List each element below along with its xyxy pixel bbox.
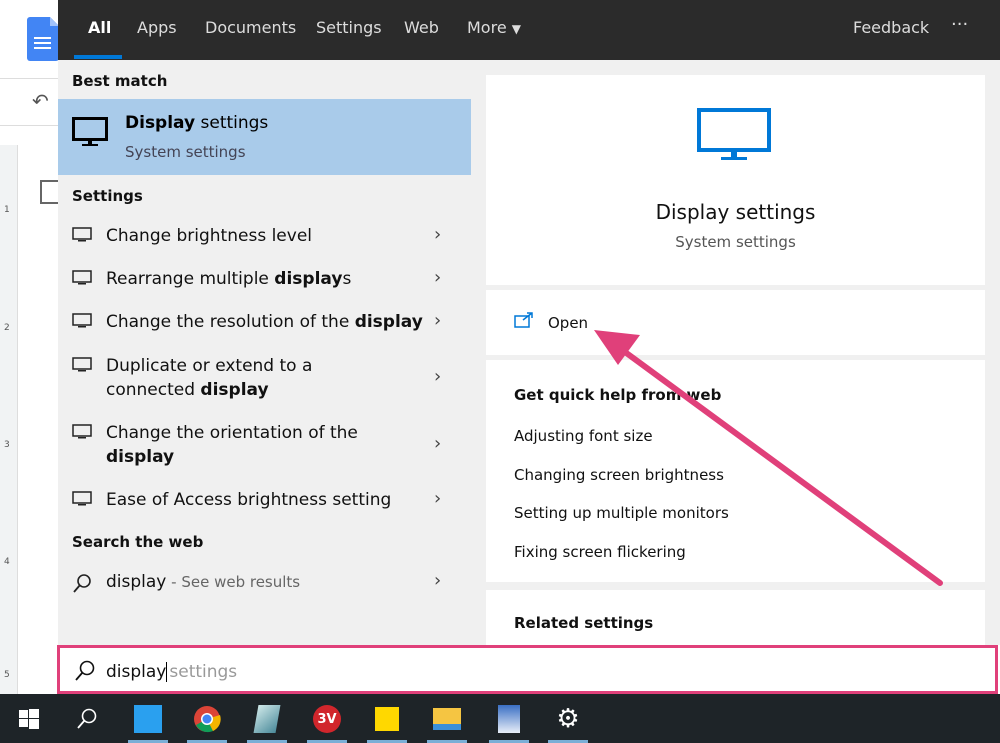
result-rearrange-displays[interactable]: Rearrange multiple displays › [58, 267, 471, 301]
tab-settings[interactable]: Settings [316, 18, 382, 37]
result-label: Duplicate or extend to a connected displ… [106, 356, 313, 400]
google-docs-icon [27, 17, 59, 61]
result-label: Change the resolution of the display [106, 312, 423, 332]
active-tab-indicator [74, 55, 122, 59]
open-card[interactable]: Open [486, 290, 985, 355]
search-icon[interactable] [70, 702, 104, 736]
result-change-orientation[interactable]: Change the orientation of the display › [58, 421, 471, 477]
web-result-display[interactable]: display - See web results › [58, 570, 471, 604]
tab-more-label: More [467, 18, 507, 37]
monitor-icon [697, 108, 771, 160]
paint-app-icon[interactable] [492, 702, 526, 736]
preview-title: Display settings [655, 200, 816, 224]
ruler-mark: 2 [4, 323, 10, 333]
ruler-mark: 5 [4, 670, 10, 680]
vertical-ruler: 1 2 3 4 5 [0, 145, 18, 694]
result-label: display - See web results [106, 572, 301, 592]
monitor-icon [72, 117, 108, 146]
help-link[interactable]: Changing screen brightness [514, 466, 724, 484]
chevron-right-icon[interactable]: › [434, 433, 441, 454]
tab-apps[interactable]: Apps [137, 18, 177, 37]
preview-pane: Display settings System settings Open Ge… [471, 60, 1000, 645]
expressvpn-icon[interactable]: 3V [310, 702, 344, 736]
store-app-icon[interactable] [131, 702, 165, 736]
best-match-display-settings[interactable]: Display settings System settings [58, 99, 471, 175]
quick-help-card: Get quick help from web Adjusting font s… [486, 360, 985, 582]
chevron-right-icon[interactable]: › [434, 570, 441, 591]
result-label: Ease of Access brightness setting [106, 490, 392, 510]
taskbar: 3V ⚙ [0, 694, 1000, 743]
search-icon [73, 574, 91, 593]
docs-toolbar: ↶ [0, 78, 58, 126]
tab-more[interactable]: More ▼ [467, 18, 521, 37]
search-web-heading: Search the web [72, 533, 204, 551]
monitor-icon [72, 357, 92, 372]
result-change-brightness[interactable]: Change brightness level › [58, 224, 471, 258]
quick-help-heading: Get quick help from web [514, 386, 722, 404]
monitor-icon [72, 313, 92, 328]
file-explorer-icon[interactable] [430, 702, 464, 736]
caret-down-icon: ▼ [511, 22, 521, 36]
help-link[interactable]: Setting up multiple monitors [514, 504, 729, 522]
result-change-resolution[interactable]: Change the resolution of the display › [58, 310, 471, 344]
search-icon [75, 660, 95, 681]
best-match-title: Display settings [125, 113, 269, 133]
best-match-heading: Best match [72, 72, 168, 90]
ruler-mark: 4 [4, 557, 10, 567]
undo-icon[interactable]: ↶ [32, 89, 49, 113]
search-input[interactable]: display settings [106, 662, 237, 682]
search-box[interactable]: display settings [57, 645, 998, 694]
settings-gear-icon[interactable]: ⚙ [551, 702, 585, 736]
best-match-subtitle: System settings [125, 143, 246, 161]
more-options-button[interactable]: ··· [951, 14, 968, 35]
monitor-icon [72, 491, 92, 506]
open-button[interactable]: Open [548, 314, 588, 332]
ruler-mark: 3 [4, 440, 10, 450]
preview-header-card: Display settings System settings [486, 75, 985, 285]
results-list: Best match Display settings System setti… [58, 60, 471, 645]
outline-icon[interactable] [40, 180, 58, 204]
feedback-button[interactable]: Feedback [853, 18, 929, 37]
help-link[interactable]: Fixing screen flickering [514, 543, 686, 561]
chevron-right-icon[interactable]: › [434, 267, 441, 288]
preview-subtitle: System settings [675, 233, 796, 251]
tab-all[interactable]: All [88, 18, 111, 37]
chevron-right-icon[interactable]: › [434, 310, 441, 331]
help-link[interactable]: Adjusting font size [514, 427, 653, 445]
chevron-right-icon[interactable]: › [434, 366, 441, 387]
ruler-mark: 1 [4, 205, 10, 215]
chevron-right-icon[interactable]: › [434, 224, 441, 245]
related-settings-heading: Related settings [514, 614, 654, 632]
notepad-icon[interactable] [250, 702, 284, 736]
result-label: Change the orientation of the display [106, 423, 358, 467]
chevron-right-icon[interactable]: › [434, 488, 441, 509]
monitor-icon [72, 424, 92, 439]
tab-web[interactable]: Web [404, 18, 439, 37]
result-label: Rearrange multiple displays [106, 269, 352, 289]
open-external-icon [514, 312, 533, 328]
monitor-icon [72, 227, 92, 242]
search-tabs-bar: All Apps Documents Settings Web More ▼ F… [58, 0, 1000, 60]
monitor-icon [72, 270, 92, 285]
chrome-icon[interactable] [190, 702, 224, 736]
windows-start-icon[interactable] [12, 702, 46, 736]
settings-heading: Settings [72, 187, 143, 205]
result-label: Change brightness level [106, 226, 313, 246]
sticky-notes-icon[interactable] [370, 702, 404, 736]
tab-documents[interactable]: Documents [205, 18, 296, 37]
result-duplicate-extend[interactable]: Duplicate or extend to a connected displ… [58, 354, 471, 410]
result-ease-of-access-brightness[interactable]: Ease of Access brightness setting › [58, 488, 471, 522]
related-settings-card: Related settings [486, 590, 985, 645]
